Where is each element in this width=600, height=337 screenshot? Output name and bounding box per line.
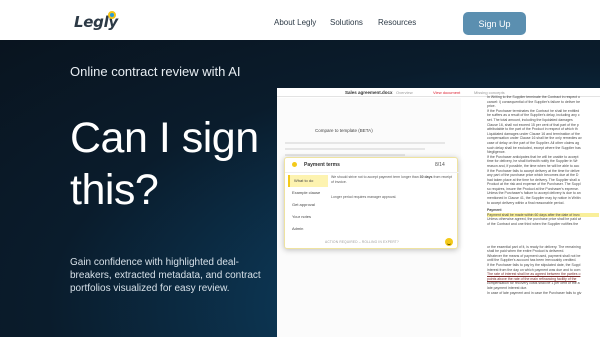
panel-approval-note: Longer period requires manager approval. <box>331 195 397 199</box>
payment-terms-panel: Payment terms 8/14 What to do Example cl… <box>284 157 459 249</box>
placeholder-line <box>285 142 445 144</box>
contract-line: In case of late payment and in case the … <box>487 290 582 295</box>
nav-about[interactable]: About Legly <box>274 18 316 27</box>
guidance-days: 30 days <box>419 175 433 179</box>
doc-title: Sales agreement.docx <box>345 90 393 95</box>
hero-description: Gain confidence with highlighted deal-br… <box>70 257 261 294</box>
contract-line: to accept delivery within a final reason… <box>487 200 565 205</box>
panel-count: 8/14 <box>435 162 445 168</box>
tab-view-document[interactable]: View document <box>433 90 460 95</box>
guidance-part-1: We should strive not to accept payment t… <box>331 175 420 179</box>
contract-text-bottom: or the essential part of it, is ready fo… <box>487 245 599 296</box>
compare-template-link[interactable]: Compare to template (BETA) <box>315 128 373 133</box>
nav-resources[interactable]: Resources <box>378 18 416 27</box>
contract-text-pane: In Writing to the Supplier terminate the… <box>487 95 599 337</box>
contract-text-top: In Writing to the Supplier terminate the… <box>487 95 599 227</box>
placeholder-line <box>285 154 405 156</box>
logo-mark-icon <box>108 11 116 19</box>
menu-get-approval[interactable]: Get approval <box>288 199 328 211</box>
menu-your-notes[interactable]: Your notes <box>288 211 328 223</box>
nav-solutions[interactable]: Solutions <box>330 18 363 27</box>
panel-title: Payment terms <box>304 162 340 168</box>
panel-guidance: We should strive not to accept payment t… <box>331 175 453 185</box>
clause-marker-icon <box>292 162 297 167</box>
menu-what-to-do[interactable]: What to do <box>288 175 328 187</box>
signup-button[interactable]: Sign Up <box>463 12 526 35</box>
menu-example-clause[interactable]: Example clause <box>288 187 328 199</box>
menu-admin[interactable]: Admin <box>288 223 328 235</box>
panel-menu: What to do Example clause Get approval Y… <box>288 175 328 235</box>
smiley-icon <box>445 238 453 246</box>
contract-line: of the Contract and one third when the S… <box>487 222 579 227</box>
panel-divider <box>285 172 459 173</box>
site-header: Legly About Legly Solutions Resources Si… <box>0 0 600 40</box>
panel-footer: ACTION REQUIRED – ROLLING IN EXPERT? <box>325 240 399 244</box>
hero-eyebrow: Online contract review with AI <box>70 64 241 79</box>
hero-headline: Can I sign this? <box>70 114 259 214</box>
tab-overview[interactable]: Overview <box>396 90 413 95</box>
placeholder-line <box>285 148 425 150</box>
